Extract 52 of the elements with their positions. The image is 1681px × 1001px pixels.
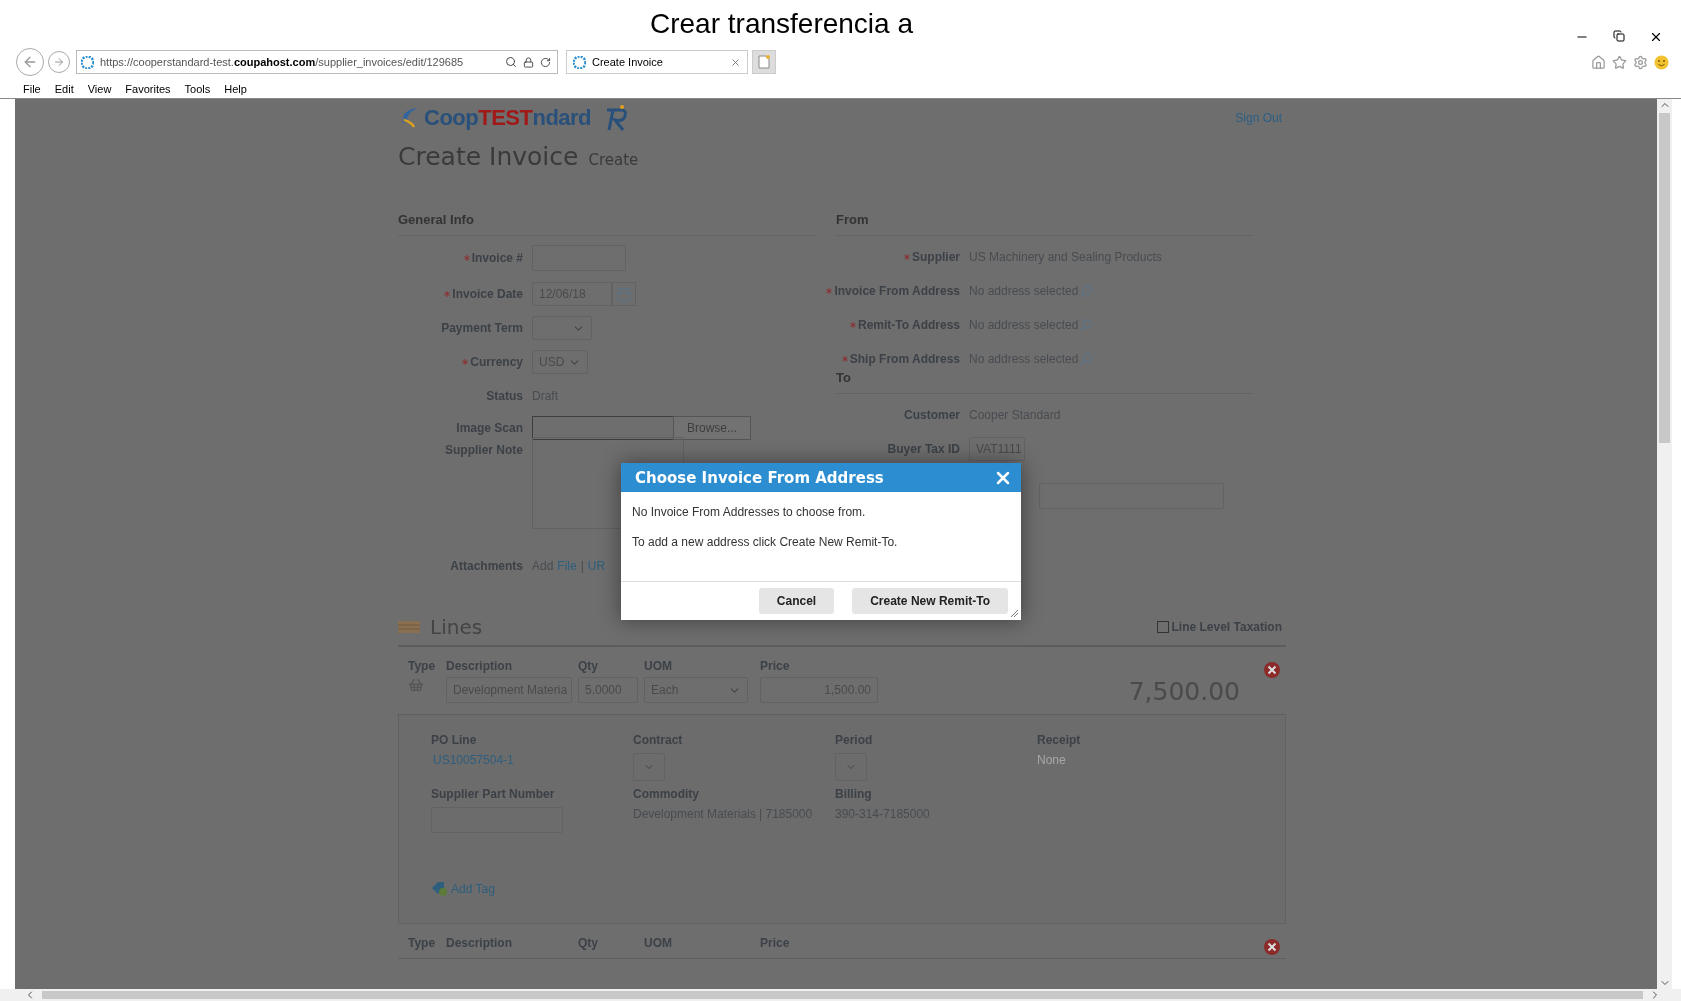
close-tab-icon[interactable] (730, 56, 741, 68)
forward-icon (53, 56, 65, 68)
resize-grip-icon[interactable] (1010, 609, 1019, 618)
page-icon (758, 55, 770, 69)
company-logo: CoopTESTndard (398, 105, 592, 131)
tag-icon (431, 881, 449, 897)
lines-icon (398, 620, 420, 634)
remove-icon[interactable] (1263, 938, 1281, 956)
smiley-icon[interactable] (1654, 54, 1669, 70)
star-icon[interactable] (1612, 54, 1627, 70)
remove-icon[interactable] (1263, 661, 1281, 679)
restore-icon[interactable] (1613, 30, 1625, 42)
search-icon[interactable] (505, 56, 517, 68)
add-tag-link[interactable]: Add Tag (431, 881, 835, 897)
vertical-scrollbar[interactable] (1657, 99, 1672, 989)
attachment-link[interactable]: File (557, 559, 577, 573)
menu-item[interactable]: Favorites (125, 82, 171, 95)
section-heading: To (836, 370, 1254, 394)
attachment-link[interactable]: UR (587, 559, 606, 573)
sign-out-link[interactable]: Sign Out (1235, 111, 1282, 125)
dialog-title: Choose Invoice From Address (635, 468, 884, 487)
basket-icon (408, 677, 424, 693)
menu-item[interactable]: View (87, 82, 112, 95)
dialog-message: No Invoice From Addresses to choose from. (632, 505, 867, 519)
create-button[interactable]: Create New Remit-To (852, 588, 1008, 614)
refresh-icon[interactable] (540, 56, 551, 68)
close-icon[interactable] (1649, 30, 1663, 44)
menu-item[interactable]: File (23, 82, 41, 95)
dialog-message: To add a new address click Create New Remit-To. (632, 535, 899, 549)
back-icon (22, 54, 38, 70)
window-caption: Crear transferencia a (650, 7, 913, 40)
calendar-icon[interactable] (612, 281, 636, 306)
menu-item[interactable]: Help (224, 82, 247, 95)
cancel-button[interactable]: Cancel (758, 588, 835, 614)
separator: | (580, 559, 584, 573)
file-field[interactable] (532, 416, 673, 440)
section-heading: General Info (398, 212, 816, 236)
browser-tab[interactable]: Create Invoice (566, 50, 748, 74)
field-value: None (1037, 753, 1067, 767)
po-line-link[interactable]: US10057504-1 (433, 753, 633, 767)
horizontal-scrollbar[interactable] (0, 989, 1681, 1001)
settings-icon[interactable] (1633, 54, 1648, 70)
home-icon[interactable] (1591, 54, 1606, 70)
site-icon (81, 55, 94, 69)
section-heading: From (836, 212, 1254, 236)
new-tab-button[interactable] (752, 50, 776, 74)
site-icon (573, 55, 586, 69)
select-field[interactable] (532, 316, 592, 340)
lock-icon (523, 56, 534, 68)
address-bar[interactable]: https://cooperstandard-test.coupahost.com/supplier_invoices/edit/129685 (76, 50, 558, 74)
menu-item[interactable]: Edit (54, 82, 74, 95)
menu-item[interactable]: Tools (184, 82, 211, 95)
